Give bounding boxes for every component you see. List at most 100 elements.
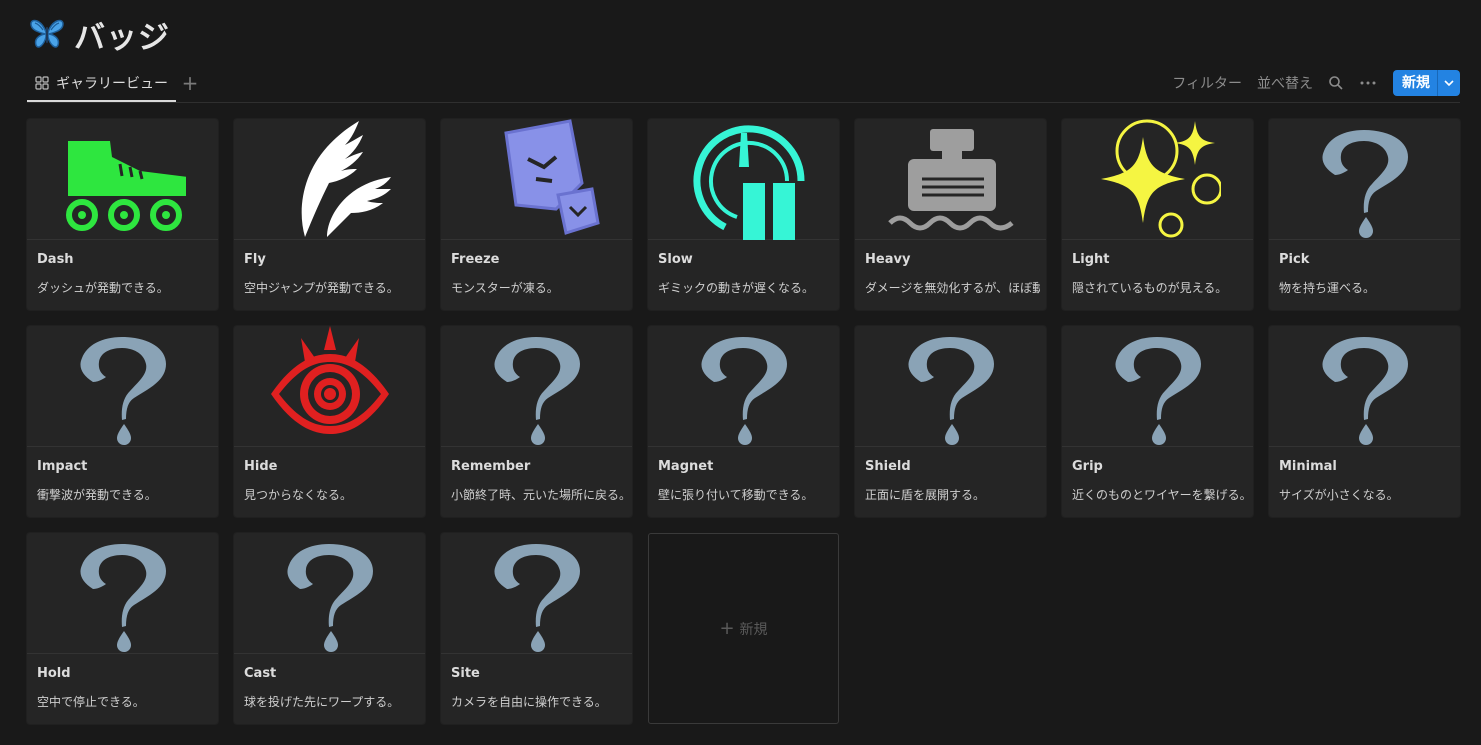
sparkles-icon — [1100, 119, 1221, 237]
gallery-grid-icon — [35, 76, 49, 90]
card-cover — [855, 119, 1046, 240]
page-header: バッジ — [28, 12, 170, 56]
card-description: 空中ジャンプが発動できる。 — [244, 281, 399, 295]
gallery-card[interactable]: Freeze モンスターが凍る。 — [441, 119, 632, 310]
add-view-button[interactable]: + — [179, 72, 201, 94]
tab-gallery-view-label: ギャラリービュー — [56, 76, 168, 92]
chevron-down-icon — [1444, 80, 1454, 86]
card-title: Site — [451, 666, 480, 681]
sort-button[interactable]: 並べ替え — [1257, 73, 1313, 93]
card-title: Freeze — [451, 252, 500, 267]
card-cover — [27, 119, 218, 240]
card-title: Slow — [658, 252, 693, 267]
question-mark-icon — [474, 326, 600, 447]
card-cover — [648, 326, 839, 447]
card-description: 正面に盾を展開する。 — [865, 488, 986, 502]
gallery-card[interactable]: Fly 空中ジャンプが発動できる。 — [234, 119, 425, 310]
roller-skate-icon — [65, 140, 186, 231]
gallery-card[interactable]: Dash ダッシュが発動できる。 — [27, 119, 218, 310]
gallery-card[interactable]: Impact 衝撃波が発動できる。 — [27, 326, 218, 517]
card-title: Dash — [37, 252, 74, 267]
gallery-card[interactable]: Pick 物を持ち運べる。 — [1269, 119, 1460, 310]
wings-icon — [301, 120, 391, 237]
gallery-grid: Dash ダッシュが発動できる。 Fly 空中ジャンプが発動できる。 Freez… — [27, 119, 1460, 724]
question-mark-icon — [888, 326, 1014, 447]
more-icon[interactable] — [1359, 74, 1377, 92]
card-title: Impact — [37, 459, 88, 474]
card-title: Heavy — [865, 252, 911, 267]
card-title: Magnet — [658, 459, 714, 474]
gallery-card[interactable]: Heavy ダメージを無効化するが、ほぼ動 — [855, 119, 1046, 310]
plus-icon: + — [181, 71, 199, 95]
card-description: 隠されているものが見える。 — [1072, 281, 1228, 295]
toolbar-actions: フィルター 並べ替え 新規 — [1157, 70, 1460, 96]
eye-icon — [270, 326, 389, 434]
view-toolbar: ギャラリービュー + フィルター 並べ替え 新規 — [27, 66, 1460, 103]
new-dropdown-button[interactable] — [1437, 70, 1460, 96]
card-cover — [234, 119, 425, 240]
card-cover — [1062, 326, 1253, 447]
card-description: 空中で停止できる。 — [37, 695, 145, 709]
question-mark-icon — [60, 533, 186, 654]
card-description: モンスターが凍る。 — [451, 281, 559, 295]
card-description: 球を投げた先にワープする。 — [244, 695, 400, 709]
card-title: Minimal — [1279, 459, 1337, 474]
new-button[interactable]: 新規 — [1393, 70, 1437, 96]
card-title: Fly — [244, 252, 266, 267]
gallery-card[interactable]: Site カメラを自由に操作できる。 — [441, 533, 632, 724]
question-mark-icon — [474, 533, 600, 654]
slow-gauge-icon — [693, 124, 805, 240]
question-mark-icon — [60, 326, 186, 447]
gallery-card[interactable]: Magnet 壁に張り付いて移動できる。 — [648, 326, 839, 517]
question-mark-icon — [267, 533, 393, 654]
card-title: Hold — [37, 666, 71, 681]
gallery-card[interactable]: Hold 空中で停止できる。 — [27, 533, 218, 724]
gallery-card[interactable]: Minimal サイズが小さくなる。 — [1269, 326, 1460, 517]
card-cover — [234, 533, 425, 654]
gallery-card[interactable]: Grip 近くのものとワイヤーを繋げる。 — [1062, 326, 1253, 517]
card-title: Cast — [244, 666, 277, 681]
card-description: 小節終了時、元いた場所に戻る。 — [451, 488, 626, 502]
question-mark-icon — [1302, 326, 1428, 447]
plus-icon: + — [719, 618, 735, 639]
heavy-weight-icon — [887, 128, 1014, 230]
page-title: バッジ — [74, 19, 170, 56]
gallery-card[interactable]: Slow ギミックの動きが遅くなる。 — [648, 119, 839, 310]
card-cover — [1269, 326, 1460, 447]
card-description: カメラを自由に操作できる。 — [451, 695, 607, 709]
card-cover — [441, 119, 632, 240]
card-cover — [441, 533, 632, 654]
tab-gallery-view[interactable]: ギャラリービュー — [27, 66, 176, 102]
card-cover — [1269, 119, 1460, 240]
card-description: ダッシュが発動できる。 — [37, 281, 169, 295]
card-title: Hide — [244, 459, 278, 474]
card-cover — [648, 119, 839, 240]
ice-cubes-icon — [503, 119, 600, 235]
new-card-button[interactable]: + 新規 — [648, 533, 839, 724]
card-title: Shield — [865, 459, 911, 474]
card-title: Pick — [1279, 252, 1310, 267]
card-cover — [234, 326, 425, 447]
new-button-group: 新規 — [1393, 70, 1460, 96]
card-description: 近くのものとワイヤーを繋げる。 — [1072, 488, 1247, 502]
card-description: 壁に張り付いて移動できる。 — [658, 488, 814, 502]
card-cover — [1062, 119, 1253, 240]
card-description: 物を持ち運べる。 — [1279, 281, 1376, 295]
gallery-card[interactable]: Remember 小節終了時、元いた場所に戻る。 — [441, 326, 632, 517]
gallery-card[interactable]: Shield 正面に盾を展開する。 — [855, 326, 1046, 517]
card-title: Light — [1072, 252, 1110, 267]
gallery-card[interactable]: Cast 球を投げた先にワープする。 — [234, 533, 425, 724]
butterfly-icon[interactable] — [28, 15, 66, 53]
card-description: 見つからなくなる。 — [244, 488, 353, 502]
new-card-content: + 新規 — [719, 618, 767, 639]
gallery-card[interactable]: Hide 見つからなくなる。 — [234, 326, 425, 517]
search-icon[interactable] — [1327, 74, 1345, 92]
card-description: ダメージを無効化するが、ほぼ動 — [865, 281, 1040, 295]
card-title: Remember — [451, 459, 531, 474]
card-description: 衝撃波が発動できる。 — [37, 488, 157, 502]
question-mark-icon — [681, 326, 807, 447]
gallery-card[interactable]: Light 隠されているものが見える。 — [1062, 119, 1253, 310]
question-mark-icon — [1095, 326, 1221, 447]
card-cover — [855, 326, 1046, 447]
filter-button[interactable]: フィルター — [1172, 73, 1242, 93]
